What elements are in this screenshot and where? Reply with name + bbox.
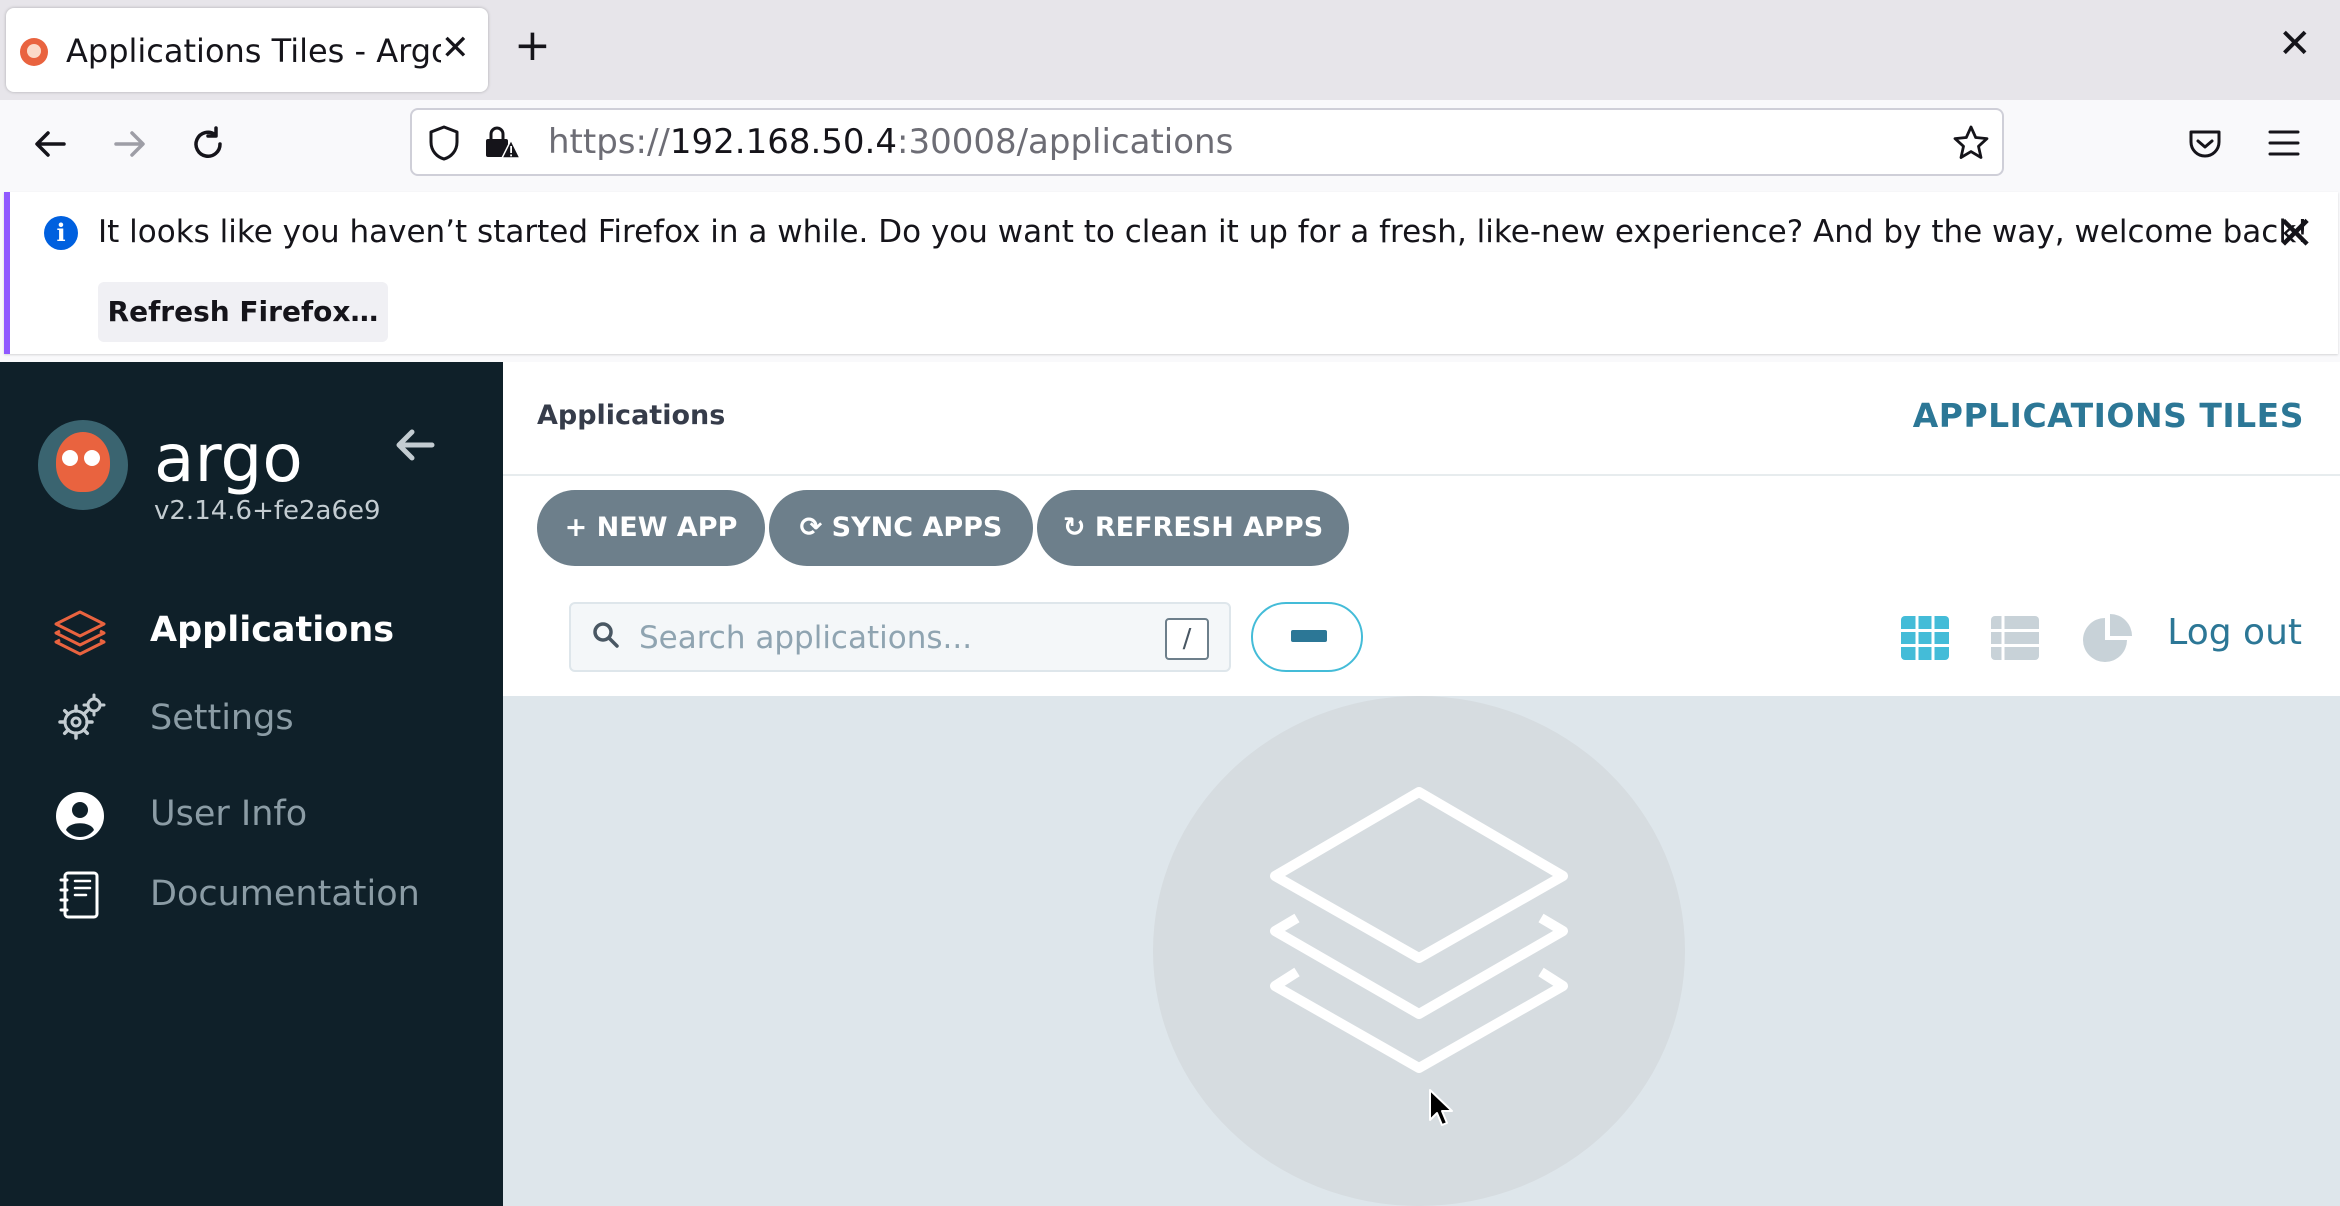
search-shortcut-key: / xyxy=(1165,618,1209,660)
header-divider xyxy=(503,474,2340,476)
page-title: APPLICATIONS TILES xyxy=(1912,396,2304,435)
mouse-cursor-icon xyxy=(1429,1089,1453,1126)
tiles-view-button[interactable] xyxy=(1899,612,1951,664)
notification-bar: i It looks like you haven’t started Fire… xyxy=(4,192,2338,354)
filters-toggle-button[interactable] xyxy=(1251,602,1363,672)
back-button[interactable] xyxy=(20,114,80,174)
sidebar-item-documentation[interactable]: Documentation xyxy=(0,854,503,934)
empty-state-circle xyxy=(1153,696,1685,1206)
url-text[interactable]: https://192.168.50.4:30008/applications xyxy=(548,122,1233,162)
url-host: 192.168.50.4 xyxy=(669,122,897,162)
search-box[interactable]: / xyxy=(569,602,1231,672)
applications-empty-state xyxy=(503,696,2340,1206)
argo-favicon-icon xyxy=(20,38,48,66)
argo-octopus-eye xyxy=(62,450,78,466)
url-path: :30008/applications xyxy=(896,122,1234,162)
forward-button[interactable] xyxy=(100,114,160,174)
sidebar-item-applications[interactable]: Applications xyxy=(0,590,503,670)
sidebar-item-label: Documentation xyxy=(150,874,420,914)
pocket-icon[interactable] xyxy=(2186,124,2224,162)
browser-tab[interactable]: Applications Tiles - Argo CD ✕ xyxy=(6,8,488,92)
reload-button[interactable] xyxy=(178,114,238,174)
bookmark-star-icon[interactable] xyxy=(1952,124,1990,162)
arrow-left-icon xyxy=(396,429,435,461)
layers-icon xyxy=(52,604,108,660)
sidebar: argo v2.14.6+fe2a6e9 Applications Settin… xyxy=(0,362,503,1206)
summary-view-button[interactable] xyxy=(2081,612,2133,664)
window-close-button[interactable]: ✕ xyxy=(2278,24,2312,64)
sidebar-item-user-info[interactable]: User Info xyxy=(0,774,503,854)
layers-icon xyxy=(1270,787,1568,1073)
hamburger-menu-icon[interactable] xyxy=(2266,126,2302,160)
gears-icon xyxy=(52,692,108,748)
logout-link[interactable]: Log out xyxy=(2167,612,2302,653)
pie-chart-icon xyxy=(2083,614,2132,662)
arrow-left-icon xyxy=(35,131,66,157)
grid-icon xyxy=(1901,616,1949,660)
search-icon xyxy=(591,620,621,658)
insecure-lock-icon[interactable] xyxy=(482,124,522,162)
refresh-firefox-button[interactable]: Refresh Firefox… xyxy=(98,282,388,342)
sidebar-item-label: User Info xyxy=(150,794,308,834)
search-input[interactable] xyxy=(637,616,1141,660)
list-view-button[interactable] xyxy=(1989,612,2041,664)
sidebar-item-label: Settings xyxy=(150,698,294,738)
argo-logo[interactable] xyxy=(38,420,128,510)
url-scheme: https:// xyxy=(548,122,670,162)
tab-title: Applications Tiles - Argo CD xyxy=(66,32,441,70)
reload-icon xyxy=(194,126,222,158)
ruler-icon xyxy=(1291,630,1327,642)
brand-name: argo xyxy=(154,420,303,497)
breadcrumb[interactable]: Applications xyxy=(537,400,725,431)
sync-apps-button[interactable]: ⟳ SYNC APPS xyxy=(769,490,1033,566)
sidebar-item-label: Applications xyxy=(150,610,395,650)
main-content: Applications APPLICATIONS TILES + NEW AP… xyxy=(503,362,2340,1206)
new-app-button[interactable]: + NEW APP xyxy=(537,490,765,566)
tab-close-icon[interactable]: ✕ xyxy=(441,28,470,68)
sidebar-item-settings[interactable]: Settings xyxy=(0,678,503,758)
new-tab-button[interactable]: + xyxy=(514,24,551,68)
argo-octopus-eye xyxy=(84,450,100,466)
notification-close-button[interactable]: ✕ xyxy=(2276,206,2315,260)
list-icon xyxy=(1991,616,2039,660)
user-circle-icon xyxy=(52,788,108,844)
refresh-apps-button[interactable]: ↻ REFRESH APPS xyxy=(1037,490,1349,566)
shield-icon[interactable] xyxy=(426,124,462,162)
arrow-right-icon xyxy=(114,131,145,157)
collapse-sidebar-button[interactable] xyxy=(392,422,438,480)
book-icon xyxy=(52,868,108,924)
version-label: v2.14.6+fe2a6e9 xyxy=(154,496,381,526)
notification-message: It looks like you haven’t started Firefo… xyxy=(98,214,2309,250)
info-icon: i xyxy=(44,216,78,250)
url-bar[interactable]: https://192.168.50.4:30008/applications xyxy=(410,108,2004,176)
